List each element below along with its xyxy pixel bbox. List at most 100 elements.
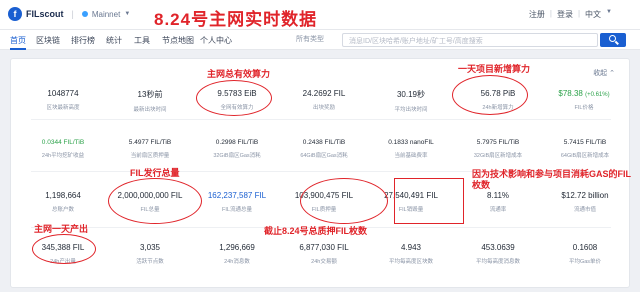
search-button[interactable]	[600, 33, 626, 47]
stat-value: 8.11%	[486, 191, 510, 200]
stat-64g-new-cost: 5.7415 FIL/TiB 64GiB扇区新增成本	[547, 139, 623, 159]
stat-32g-gas: 0.2998 FIL/TiB 32GiB扇区Gas消耗	[199, 139, 275, 159]
nav-item-node-map[interactable]: 节点地图	[162, 35, 194, 46]
stat-value: 0.2998 FIL/TiB	[215, 139, 259, 146]
stat-value: 24.2692 FIL	[302, 89, 346, 98]
stat-value: 162,237,587 FIL	[207, 191, 267, 200]
logo-text: FILscout	[26, 9, 64, 19]
overlay-title: 8.24号主网实时数据	[154, 10, 318, 29]
stat-label: 32GiB扇区新增成本	[473, 153, 523, 159]
stat-avg-gas-price: 0.1608 平均Gas单价	[547, 243, 623, 265]
highlight-rectangle	[394, 178, 464, 224]
stat-label: 24h交易额	[311, 259, 337, 265]
stat-value: $12.72 billion	[561, 191, 609, 200]
stat-label: 流通率	[489, 207, 507, 213]
stat-value: 3,035	[139, 243, 161, 252]
nav-item-home[interactable]: 首页	[10, 35, 26, 46]
chevron-down-icon[interactable]: ▼	[124, 11, 130, 17]
stat-value: 1,198,664	[45, 191, 81, 200]
stat-value: 0.1833 nanoFIL	[388, 139, 434, 146]
nav-item-stats[interactable]: 统计	[106, 35, 122, 46]
highlight-circle	[32, 234, 96, 264]
stat-label: FIL价格	[574, 105, 594, 111]
search-input[interactable]: 消息ID/区块哈希/账户地址/矿工号/高度搜索	[342, 33, 598, 47]
register-link[interactable]: 注册	[529, 9, 545, 20]
collapse-toggle[interactable]: 收起 ⌃	[593, 68, 615, 78]
stat-value: 1048774	[47, 89, 79, 98]
stat-value: 13秒前	[137, 90, 163, 99]
stat-blocks-per-height: 4.943 平均每高度区块数	[373, 243, 449, 265]
stat-label: 出块奖励	[312, 105, 335, 111]
stat-label: 最新出块时间	[133, 107, 167, 113]
stat-label: 64GiB扇区新增成本	[560, 153, 610, 159]
stat-value: 0.0344 FIL/TiB	[41, 139, 85, 146]
highlight-circle	[452, 75, 528, 115]
highlight-circle	[300, 178, 388, 224]
stat-label: 平均每高度区块数	[388, 259, 433, 265]
nav-item-ranking[interactable]: 排行榜	[71, 35, 95, 46]
annotation-burn-note: 因为技术影响和参与项目消耗GAS的FIL枚数	[472, 169, 631, 190]
stat-label: 区块最新高度	[46, 105, 80, 111]
stat-sector-pledge: 5.4977 FIL/TiB 当前扇区质押量	[112, 139, 188, 159]
stat-24h-volume: 6,877,030 FIL 24h交易额	[289, 243, 359, 265]
nav-active-indicator	[10, 48, 26, 50]
stat-value: $78.38 (+0.61%)	[558, 89, 610, 98]
stat-value: 0.2438 FIL/TiB	[302, 139, 346, 146]
stat-base-fee: 0.1833 nanoFIL 当前基础费率	[373, 139, 449, 159]
annotation-total-power: 主网总有效算力	[207, 69, 271, 79]
stat-label: 24h消息数	[224, 259, 250, 265]
stat-latest-block-time: 13秒前 最新出块时间	[115, 89, 185, 113]
stat-value: 5.7415 FIL/TiB	[563, 139, 607, 146]
stat-label: 流通市值	[573, 207, 596, 213]
stat-64g-gas: 0.2438 FIL/TiB 64GiB扇区Gas消耗	[286, 139, 362, 159]
stat-block-height: 1048774 区块最新高度	[28, 89, 98, 111]
nav-item-tools[interactable]: 工具	[134, 35, 150, 46]
link-divider: |	[577, 9, 581, 18]
login-link[interactable]: 登录	[557, 9, 573, 20]
stat-fil-circulating: 162,237,587 FIL FIL流通总量	[194, 191, 280, 213]
highlight-circle	[108, 178, 202, 224]
link-divider: |	[549, 9, 552, 18]
search-icon-handle	[615, 40, 619, 45]
stat-block-reward: 24.2692 FIL 出块奖励	[289, 89, 359, 111]
stat-32g-new-cost: 5.7975 FIL/TiB 32GiB扇区新增成本	[460, 139, 536, 159]
stat-value: 1,296,669	[219, 243, 255, 252]
main-nav: 首页 区块链 排行榜 统计 工具 节点地图 个人中心 所有类型 消息ID/区块哈…	[0, 30, 640, 50]
filscout-logo-icon: f	[8, 7, 22, 21]
stat-value: 6,877,030 FIL	[299, 243, 349, 252]
stat-circulation-rate: 8.11% 流通率	[463, 191, 533, 213]
stat-label: 当前基础费率	[394, 153, 428, 159]
stat-label: 总账户数	[51, 207, 74, 213]
stat-value: 5.4977 FIL/TiB	[128, 139, 172, 146]
nav-item-blockchain[interactable]: 区块链	[36, 35, 60, 46]
annotation-pledge-note: 截止8.24号总质押FIL枚数	[264, 226, 368, 236]
logo-divider: |	[71, 9, 74, 19]
stat-label: 64GiB扇区Gas消耗	[300, 153, 348, 159]
stat-value: 30.19秒	[396, 90, 426, 99]
row-divider	[31, 119, 611, 120]
stat-label: 平均每高度消息数	[475, 259, 520, 265]
network-selector[interactable]: Mainnet	[92, 10, 120, 19]
stat-label: 平均Gas单价	[568, 259, 602, 265]
stat-value: 0.1608	[572, 243, 598, 252]
stat-total-accounts: 1,198,664 总账户数	[28, 191, 98, 213]
nav-item-profile[interactable]: 个人中心	[200, 35, 232, 46]
stat-value: 5.7975 FIL/TiB	[476, 139, 520, 146]
stat-value: 453.0639	[481, 243, 515, 252]
account-links: 注册 | 登录 | 中文 ▼	[529, 9, 612, 20]
search-placeholder: 消息ID/区块哈希/账户地址/矿工号/高度搜索	[349, 38, 483, 45]
stat-label: 32GiB扇区Gas消耗	[213, 153, 261, 159]
network-status-icon	[81, 11, 88, 17]
stat-24h-mining-yield: 0.0344 FIL/TiB 24h平均挖矿收益	[25, 139, 101, 159]
stat-label: 24h平均挖矿收益	[41, 153, 85, 159]
top-bar: f FILscout | Mainnet ▼ 8.24号主网实时数据 注册 | …	[0, 0, 640, 30]
search-type-select[interactable]: 所有类型	[296, 34, 338, 46]
chevron-down-icon[interactable]: ▼	[606, 9, 612, 20]
stat-avg-block-time: 30.19秒 平均出块时间	[376, 89, 446, 113]
language-selector[interactable]: 中文	[585, 9, 601, 20]
stat-24h-messages: 1,296,669 24h消息数	[202, 243, 272, 265]
stat-messages-per-height: 453.0639 平均每高度消息数	[460, 243, 536, 265]
stat-fil-price: $78.38 (+0.61%) FIL价格	[543, 89, 625, 111]
annotation-daily-new-power: 一天项目新增算力	[458, 64, 531, 74]
logo-area[interactable]: f FILscout | Mainnet ▼	[8, 7, 130, 21]
